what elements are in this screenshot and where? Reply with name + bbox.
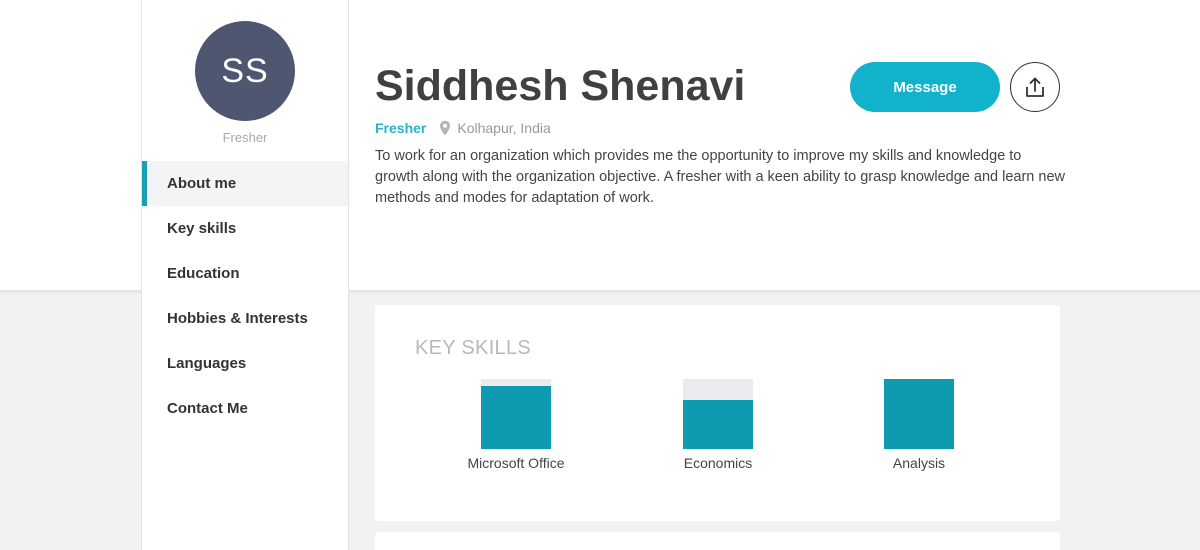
skill-bar	[683, 379, 753, 449]
skill-level-fill	[683, 400, 753, 449]
sidebar-item-about-me[interactable]: About me	[142, 161, 348, 206]
share-upload-icon	[1025, 76, 1045, 98]
skill-economics: Economics	[648, 379, 788, 471]
skill-label: Analysis	[892, 455, 946, 471]
profile-location: Kolhapur, India	[457, 120, 551, 136]
skill-microsoft-office: Microsoft Office	[446, 379, 586, 471]
message-button[interactable]: Message	[850, 62, 1000, 112]
skill-bar	[884, 379, 954, 449]
key-skills-title: KEY SKILLS	[415, 337, 532, 359]
skill-level-fill	[481, 386, 551, 449]
location-pin-icon	[439, 120, 451, 136]
sidebar-item-education[interactable]: Education	[142, 251, 348, 296]
skill-label: Microsoft Office	[467, 455, 565, 471]
sidebar-item-languages[interactable]: Languages	[142, 341, 348, 386]
next-section-card	[375, 532, 1060, 550]
profile-about: To work for an organization which provid…	[375, 148, 1065, 206]
profile-role: Fresher	[375, 120, 427, 136]
avatar: SS	[195, 21, 295, 121]
sidebar-item-key-skills[interactable]: Key skills	[142, 206, 348, 251]
profile-meta: Fresher Kolhapur, India	[375, 120, 551, 136]
sidebar-role: Fresher	[222, 130, 268, 145]
sidebar-item-hobbies[interactable]: Hobbies & Interests	[142, 296, 348, 341]
share-button[interactable]	[1010, 62, 1060, 112]
skill-analysis: Analysis	[849, 379, 989, 471]
sidebar-item-contact-me[interactable]: Contact Me	[142, 386, 348, 431]
skill-level-fill	[884, 379, 954, 449]
skill-bar	[481, 379, 551, 449]
sidebar-nav: About me Key skills Education Hobbies & …	[142, 161, 348, 431]
key-skills-card: KEY SKILLS Microsoft Office Economics An…	[375, 305, 1060, 521]
sidebar: SS Fresher About me Key skills Education…	[141, 0, 349, 550]
skill-label: Economics	[683, 455, 753, 471]
profile-name: Siddhesh Shenavi	[375, 62, 746, 110]
